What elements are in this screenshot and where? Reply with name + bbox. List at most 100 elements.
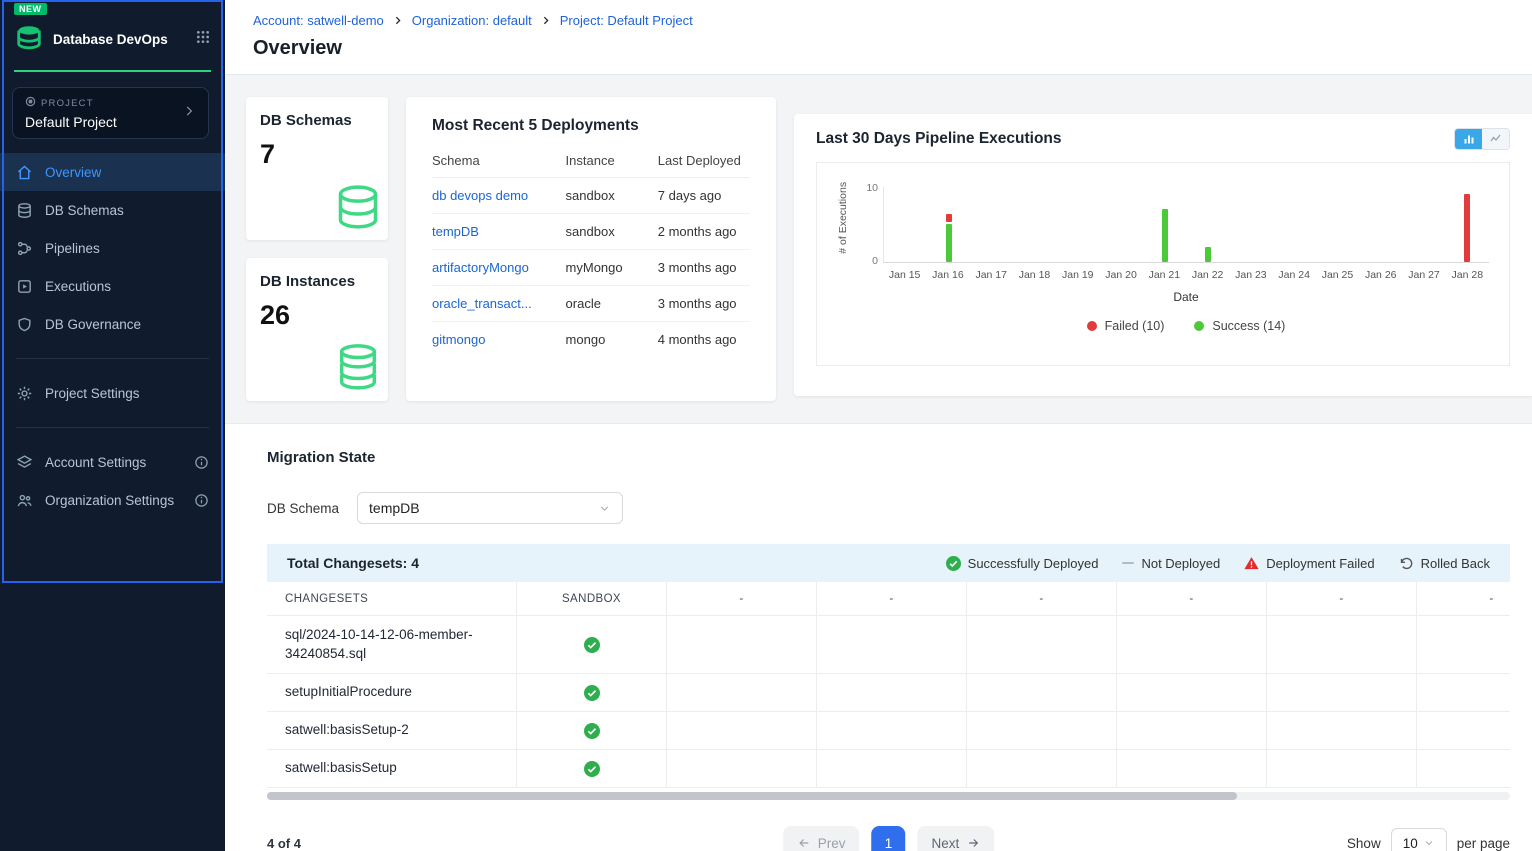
breadcrumb-project[interactable]: Project: Default Project bbox=[560, 13, 693, 28]
per-page-select[interactable]: 10 bbox=[1391, 828, 1447, 851]
table-row: oracle_transact... oracle 3 months ago bbox=[432, 286, 750, 322]
changesets-header-band: Total Changesets: 4 Successfully Deploye… bbox=[267, 544, 1510, 582]
schema-link[interactable]: gitmongo bbox=[432, 332, 485, 347]
changeset-row: satwell:basisSetup-2 bbox=[267, 712, 1510, 750]
next-button[interactable]: Next bbox=[918, 826, 995, 851]
db-cylinder-icon bbox=[330, 179, 386, 240]
cell-empty bbox=[1417, 750, 1510, 788]
line-chart-icon[interactable] bbox=[1482, 129, 1509, 149]
x-tick-label: Jan 19 bbox=[1056, 269, 1099, 281]
instance-cell: oracle bbox=[566, 286, 658, 322]
breadcrumb-organization[interactable]: Organization: default bbox=[412, 13, 532, 28]
cell-empty bbox=[817, 712, 967, 750]
changeset-row: sql/2024-10-14-12-06-member-34240854.sql bbox=[267, 616, 1510, 674]
cell-empty bbox=[667, 674, 817, 712]
cell-empty bbox=[817, 750, 967, 788]
sidebar-item-label: Pipelines bbox=[45, 241, 100, 256]
sidebar-item-account-settings[interactable]: Account Settings bbox=[0, 443, 225, 481]
col-sandbox: SANDBOX bbox=[517, 582, 667, 616]
y-tick-label: 0 bbox=[858, 255, 878, 267]
deployed-cell: 3 months ago bbox=[658, 286, 750, 322]
x-tick-label: Jan 21 bbox=[1143, 269, 1186, 281]
page-number-button[interactable]: 1 bbox=[872, 826, 906, 851]
x-tick-label: Jan 16 bbox=[926, 269, 969, 281]
sidebar-nav: Overview DB Schemas Pipelines Executions… bbox=[0, 153, 225, 519]
db-schema-label: DB Schema bbox=[267, 501, 339, 516]
sidebar-item-db-governance[interactable]: DB Governance bbox=[0, 305, 225, 343]
legend-label: Success (14) bbox=[1212, 319, 1285, 333]
sidebar-header: NEW Database DevOps bbox=[0, 0, 225, 72]
total-changesets: Total Changesets: 4 bbox=[287, 555, 419, 571]
schema-link[interactable]: oracle_transact... bbox=[432, 296, 532, 311]
info-icon[interactable] bbox=[194, 455, 209, 470]
cell-empty bbox=[667, 750, 817, 788]
new-badge: NEW bbox=[14, 3, 47, 15]
check-circle-icon bbox=[584, 761, 600, 777]
project-selector[interactable]: PROJECT Default Project bbox=[12, 87, 209, 139]
page-title: Overview bbox=[253, 37, 1504, 60]
apps-grid-icon[interactable] bbox=[195, 29, 211, 50]
schema-link[interactable]: db devops demo bbox=[432, 188, 528, 203]
pagination: 4 of 4 Prev 1 Next Show 10 bbox=[267, 828, 1510, 851]
arrow-left-icon bbox=[797, 836, 811, 850]
table-row: tempDB sandbox 2 months ago bbox=[432, 214, 750, 250]
chevron-down-icon bbox=[598, 502, 611, 515]
deployments-table: Schema Instance Last Deployed db devops … bbox=[432, 143, 750, 357]
sidebar-item-overview[interactable]: Overview bbox=[0, 153, 225, 191]
success-legend-dot bbox=[1194, 321, 1204, 331]
cell-empty bbox=[1417, 674, 1510, 712]
sidebar-item-pipelines[interactable]: Pipelines bbox=[0, 229, 225, 267]
bar-chart-icon[interactable] bbox=[1455, 129, 1482, 149]
col-placeholder: - bbox=[1417, 582, 1510, 616]
sidebar-item-executions[interactable]: Executions bbox=[0, 267, 225, 305]
prev-button[interactable]: Prev bbox=[783, 826, 860, 851]
schema-link[interactable]: artifactoryMongo bbox=[432, 260, 529, 275]
sidebar-item-project-settings[interactable]: Project Settings bbox=[0, 374, 225, 412]
stat-title: DB Instances bbox=[260, 273, 374, 290]
horizontal-scrollbar[interactable] bbox=[267, 792, 1510, 800]
migration-title: Migration State bbox=[267, 449, 1510, 466]
warning-icon bbox=[1244, 556, 1259, 571]
cell-empty bbox=[667, 616, 817, 674]
app-logo-icon bbox=[14, 22, 44, 57]
arrow-right-icon bbox=[966, 836, 980, 850]
schema-link[interactable]: tempDB bbox=[432, 224, 479, 239]
stat-title: DB Schemas bbox=[260, 112, 374, 129]
x-tick-label: Jan 18 bbox=[1013, 269, 1056, 281]
db-schema-select[interactable]: tempDB bbox=[357, 492, 623, 524]
scrollbar-thumb[interactable] bbox=[267, 792, 1237, 800]
prev-label: Prev bbox=[818, 836, 846, 851]
chevron-down-icon bbox=[1423, 837, 1435, 849]
app-title: Database DevOps bbox=[53, 32, 186, 47]
cell-empty bbox=[1267, 674, 1417, 712]
pipeline-executions-card: Last 30 Days Pipeline Executions # of Ex… bbox=[794, 114, 1532, 396]
info-icon[interactable] bbox=[194, 493, 209, 508]
chart-title: Last 30 Days Pipeline Executions bbox=[816, 130, 1062, 148]
col-schema: Schema bbox=[432, 143, 566, 178]
deployments-title: Most Recent 5 Deployments bbox=[432, 117, 750, 135]
sidebar-item-label: Overview bbox=[45, 165, 101, 180]
deployed-cell: 4 months ago bbox=[658, 322, 750, 358]
sidebar-item-organization-settings[interactable]: Organization Settings bbox=[0, 481, 225, 519]
sidebar-item-label: Organization Settings bbox=[45, 493, 174, 508]
breadcrumb-account[interactable]: Account: satwell-demo bbox=[253, 13, 384, 28]
bar-success bbox=[1162, 209, 1168, 262]
db-governance-icon bbox=[16, 316, 33, 333]
x-tick-label: Jan 17 bbox=[970, 269, 1013, 281]
sidebar-item-db-schemas[interactable]: DB Schemas bbox=[0, 191, 225, 229]
changeset-row: setupInitialProcedure bbox=[267, 674, 1510, 712]
status-cell bbox=[517, 712, 667, 750]
x-tick-label: Jan 28 bbox=[1446, 269, 1489, 281]
check-circle-icon bbox=[584, 637, 600, 653]
legend-successfully-deployed: Successfully Deployed bbox=[946, 556, 1099, 571]
bar-success bbox=[1205, 247, 1211, 262]
table-row: db devops demo sandbox 7 days ago bbox=[432, 178, 750, 214]
cell-empty bbox=[967, 674, 1117, 712]
row-count: 4 of 4 bbox=[267, 836, 301, 851]
x-tick-label: Jan 25 bbox=[1316, 269, 1359, 281]
check-circle-icon bbox=[584, 685, 600, 701]
project-name: Default Project bbox=[25, 114, 117, 130]
x-tick-label: Jan 22 bbox=[1186, 269, 1229, 281]
y-axis-label: # of Executions bbox=[837, 175, 851, 261]
top-bar: Account: satwell-demo Organization: defa… bbox=[225, 0, 1532, 75]
